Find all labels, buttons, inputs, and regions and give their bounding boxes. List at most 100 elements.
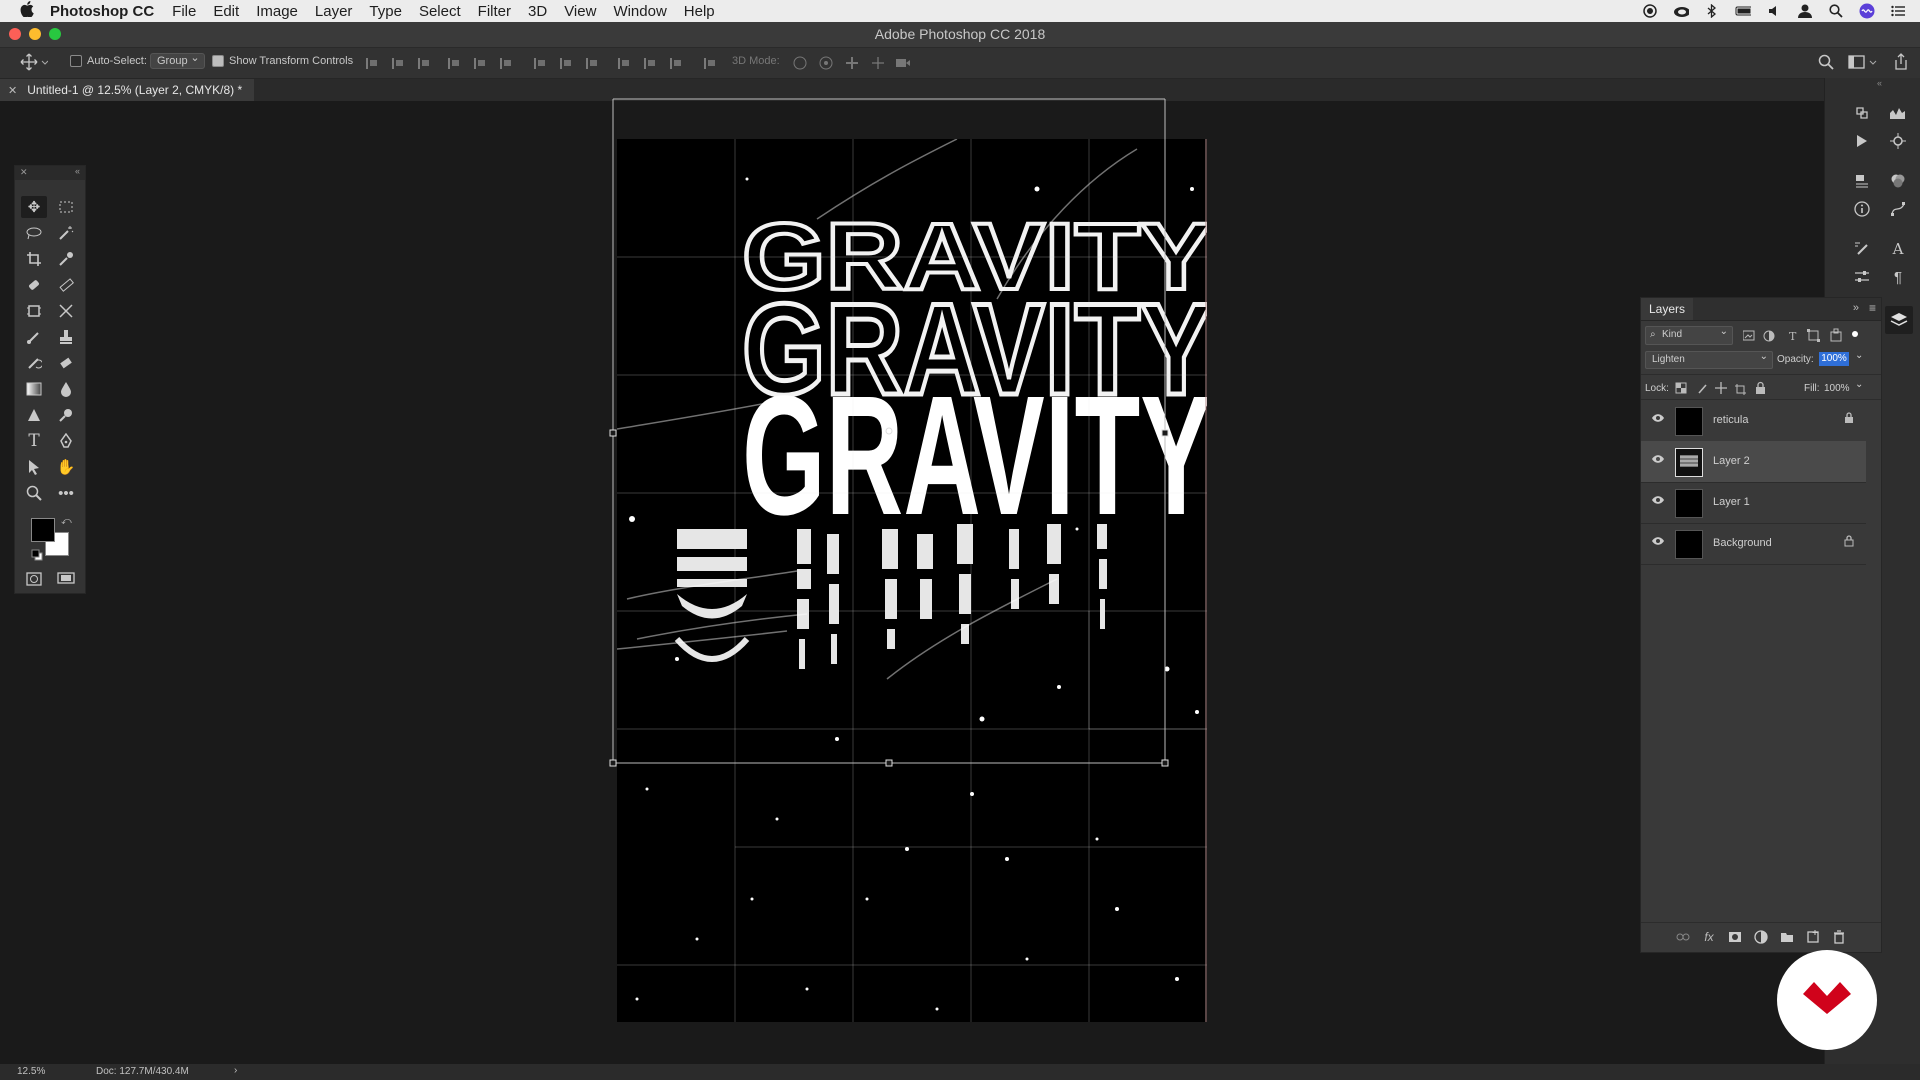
filter-kind-dropdown[interactable]: ⌕ Kind ⌄ xyxy=(1645,326,1733,345)
spot-healing-brush-icon[interactable] xyxy=(21,274,47,296)
layer-name[interactable]: Background xyxy=(1713,537,1772,549)
transform-handle-bottom[interactable] xyxy=(885,759,893,767)
transform-pivot[interactable] xyxy=(885,427,893,435)
menu-view[interactable]: View xyxy=(564,3,596,20)
menu-layer[interactable]: Layer xyxy=(315,3,353,20)
layer-name[interactable]: Layer 2 xyxy=(1713,455,1750,467)
new-adjustment-layer-icon[interactable] xyxy=(1753,929,1769,945)
new-layer-icon[interactable] xyxy=(1805,929,1821,945)
menu-type[interactable]: Type xyxy=(369,3,402,20)
visibility-eye-icon[interactable] xyxy=(1651,536,1665,550)
eyedropper-tool-icon[interactable] xyxy=(53,248,79,270)
auto-select-checkbox[interactable]: Auto-Select: xyxy=(70,55,147,67)
content-aware-move-icon[interactable] xyxy=(53,300,79,322)
visibility-eye-icon[interactable] xyxy=(1651,413,1665,427)
menu-window[interactable]: Window xyxy=(613,3,666,20)
ruler-tool-icon[interactable] xyxy=(53,274,79,296)
layer-name[interactable]: Layer 1 xyxy=(1713,496,1750,508)
spotlight-search-icon[interactable] xyxy=(1828,4,1844,18)
layers-tab[interactable]: Layers xyxy=(1641,298,1694,320)
app-menu[interactable]: Photoshop CC xyxy=(50,3,154,20)
fill-chevron-icon[interactable]: ⌄ xyxy=(1855,379,1863,390)
more-tools-icon[interactable]: ••• xyxy=(53,482,79,504)
fill-input[interactable]: 100% xyxy=(1824,383,1850,394)
volume-icon[interactable] xyxy=(1766,4,1782,18)
distribute-left-icon[interactable] xyxy=(618,58,629,69)
menu-edit[interactable]: Edit xyxy=(213,3,239,20)
lasso-tool-icon[interactable] xyxy=(21,222,47,244)
menu-3d[interactable]: 3D xyxy=(528,3,547,20)
pen-nib-tool-icon[interactable] xyxy=(53,404,79,426)
brush-tool-icon[interactable] xyxy=(21,326,47,348)
transform-handle-bottom-right[interactable] xyxy=(1161,759,1169,767)
layer-row-layer-2[interactable]: Layer 2 xyxy=(1641,441,1866,483)
type-tool-icon[interactable]: T xyxy=(21,430,47,452)
align-vertical-centers-icon[interactable] xyxy=(392,58,403,69)
document-size[interactable]: Doc: 127.7M/430.4M xyxy=(96,1066,189,1077)
default-colors-icon[interactable] xyxy=(31,548,43,566)
collapse-panel-icon[interactable]: « xyxy=(75,166,80,176)
quick-mask-icon[interactable] xyxy=(21,568,47,590)
layer-name[interactable]: reticula xyxy=(1713,414,1748,426)
distribute-bottom-icon[interactable] xyxy=(586,58,597,69)
auto-select-check[interactable] xyxy=(70,55,82,67)
bluetooth-icon[interactable] xyxy=(1704,4,1720,18)
align-left-edges-icon[interactable] xyxy=(448,58,459,69)
transform-handle-right[interactable] xyxy=(1161,429,1169,437)
distribute-top-icon[interactable] xyxy=(534,58,545,69)
adjustments-panel-icon[interactable] xyxy=(1851,266,1873,288)
paragraph-panel-icon[interactable]: ¶ xyxy=(1887,266,1909,288)
properties-panel-icon[interactable] xyxy=(1851,170,1873,192)
clone-stamp-tool-icon[interactable] xyxy=(53,326,79,348)
marquee-tool-icon[interactable] xyxy=(53,196,79,218)
panel-menu-icon[interactable]: ≡ xyxy=(1869,301,1876,315)
close-panel-icon[interactable]: ✕ xyxy=(20,167,28,178)
opacity-chevron-icon[interactable]: ⌄ xyxy=(1855,350,1863,361)
record-icon[interactable] xyxy=(1642,4,1658,18)
align-horizontal-centers-icon[interactable] xyxy=(474,58,485,69)
align-bottom-edges-icon[interactable] xyxy=(418,58,429,69)
user-icon[interactable] xyxy=(1797,4,1813,18)
search-icon[interactable] xyxy=(1818,54,1834,70)
visibility-eye-icon[interactable] xyxy=(1651,454,1665,468)
distribute-right-icon[interactable] xyxy=(670,58,681,69)
add-mask-icon[interactable] xyxy=(1727,929,1743,945)
link-layers-icon[interactable] xyxy=(1675,929,1691,945)
gradient-tool-icon[interactable] xyxy=(21,378,47,400)
opacity-input[interactable]: 100% xyxy=(1819,352,1849,366)
blur-tool-icon[interactable] xyxy=(53,378,79,400)
menu-help[interactable]: Help xyxy=(684,3,715,20)
layer-row-reticula[interactable]: reticula xyxy=(1641,400,1866,442)
info-panel-icon[interactable] xyxy=(1851,198,1873,220)
dodge-tool-icon[interactable] xyxy=(21,404,47,426)
actions-panel-icon[interactable] xyxy=(1851,130,1873,152)
workspace-switcher-icon[interactable] xyxy=(1848,54,1878,70)
zoom-tool-icon[interactable] xyxy=(21,482,47,504)
apple-icon[interactable] xyxy=(20,1,40,21)
collapse-panel-icon[interactable]: » xyxy=(1853,302,1859,314)
screen-mode-icon[interactable] xyxy=(53,568,79,590)
notification-center-icon[interactable] xyxy=(1890,4,1906,18)
hand-tool-icon[interactable]: ✋ xyxy=(53,456,79,478)
creative-cloud-icon[interactable] xyxy=(1673,4,1689,18)
transform-handle-bottom-left[interactable] xyxy=(609,759,617,767)
zoom-level[interactable]: 12.5% xyxy=(17,1066,45,1077)
align-top-edges-icon[interactable] xyxy=(366,58,377,69)
new-group-icon[interactable] xyxy=(1779,929,1795,945)
visibility-eye-icon[interactable] xyxy=(1651,495,1665,509)
layers-panel-icon[interactable] xyxy=(1885,306,1913,334)
distribute-vcenter-icon[interactable] xyxy=(560,58,571,69)
transform-handle-left[interactable] xyxy=(609,429,617,437)
foreground-color-swatch[interactable] xyxy=(31,518,55,542)
move-tool-preset-icon[interactable] xyxy=(20,53,48,71)
pen-tool-icon[interactable] xyxy=(53,430,79,452)
swap-colors-icon[interactable]: ⤺ xyxy=(61,516,72,527)
layer-effects-icon[interactable]: fx xyxy=(1701,929,1717,945)
show-transform-controls-checkbox[interactable]: Show Transform Controls xyxy=(212,55,353,67)
blend-mode-dropdown[interactable]: Lighten ⌄ xyxy=(1645,351,1773,369)
align-right-edges-icon[interactable] xyxy=(500,58,511,69)
collapse-dock-icon[interactable]: « xyxy=(1877,78,1882,88)
layer-row-background[interactable]: Background xyxy=(1641,523,1866,565)
history-panel-icon[interactable] xyxy=(1851,102,1873,124)
menu-select[interactable]: Select xyxy=(419,3,461,20)
